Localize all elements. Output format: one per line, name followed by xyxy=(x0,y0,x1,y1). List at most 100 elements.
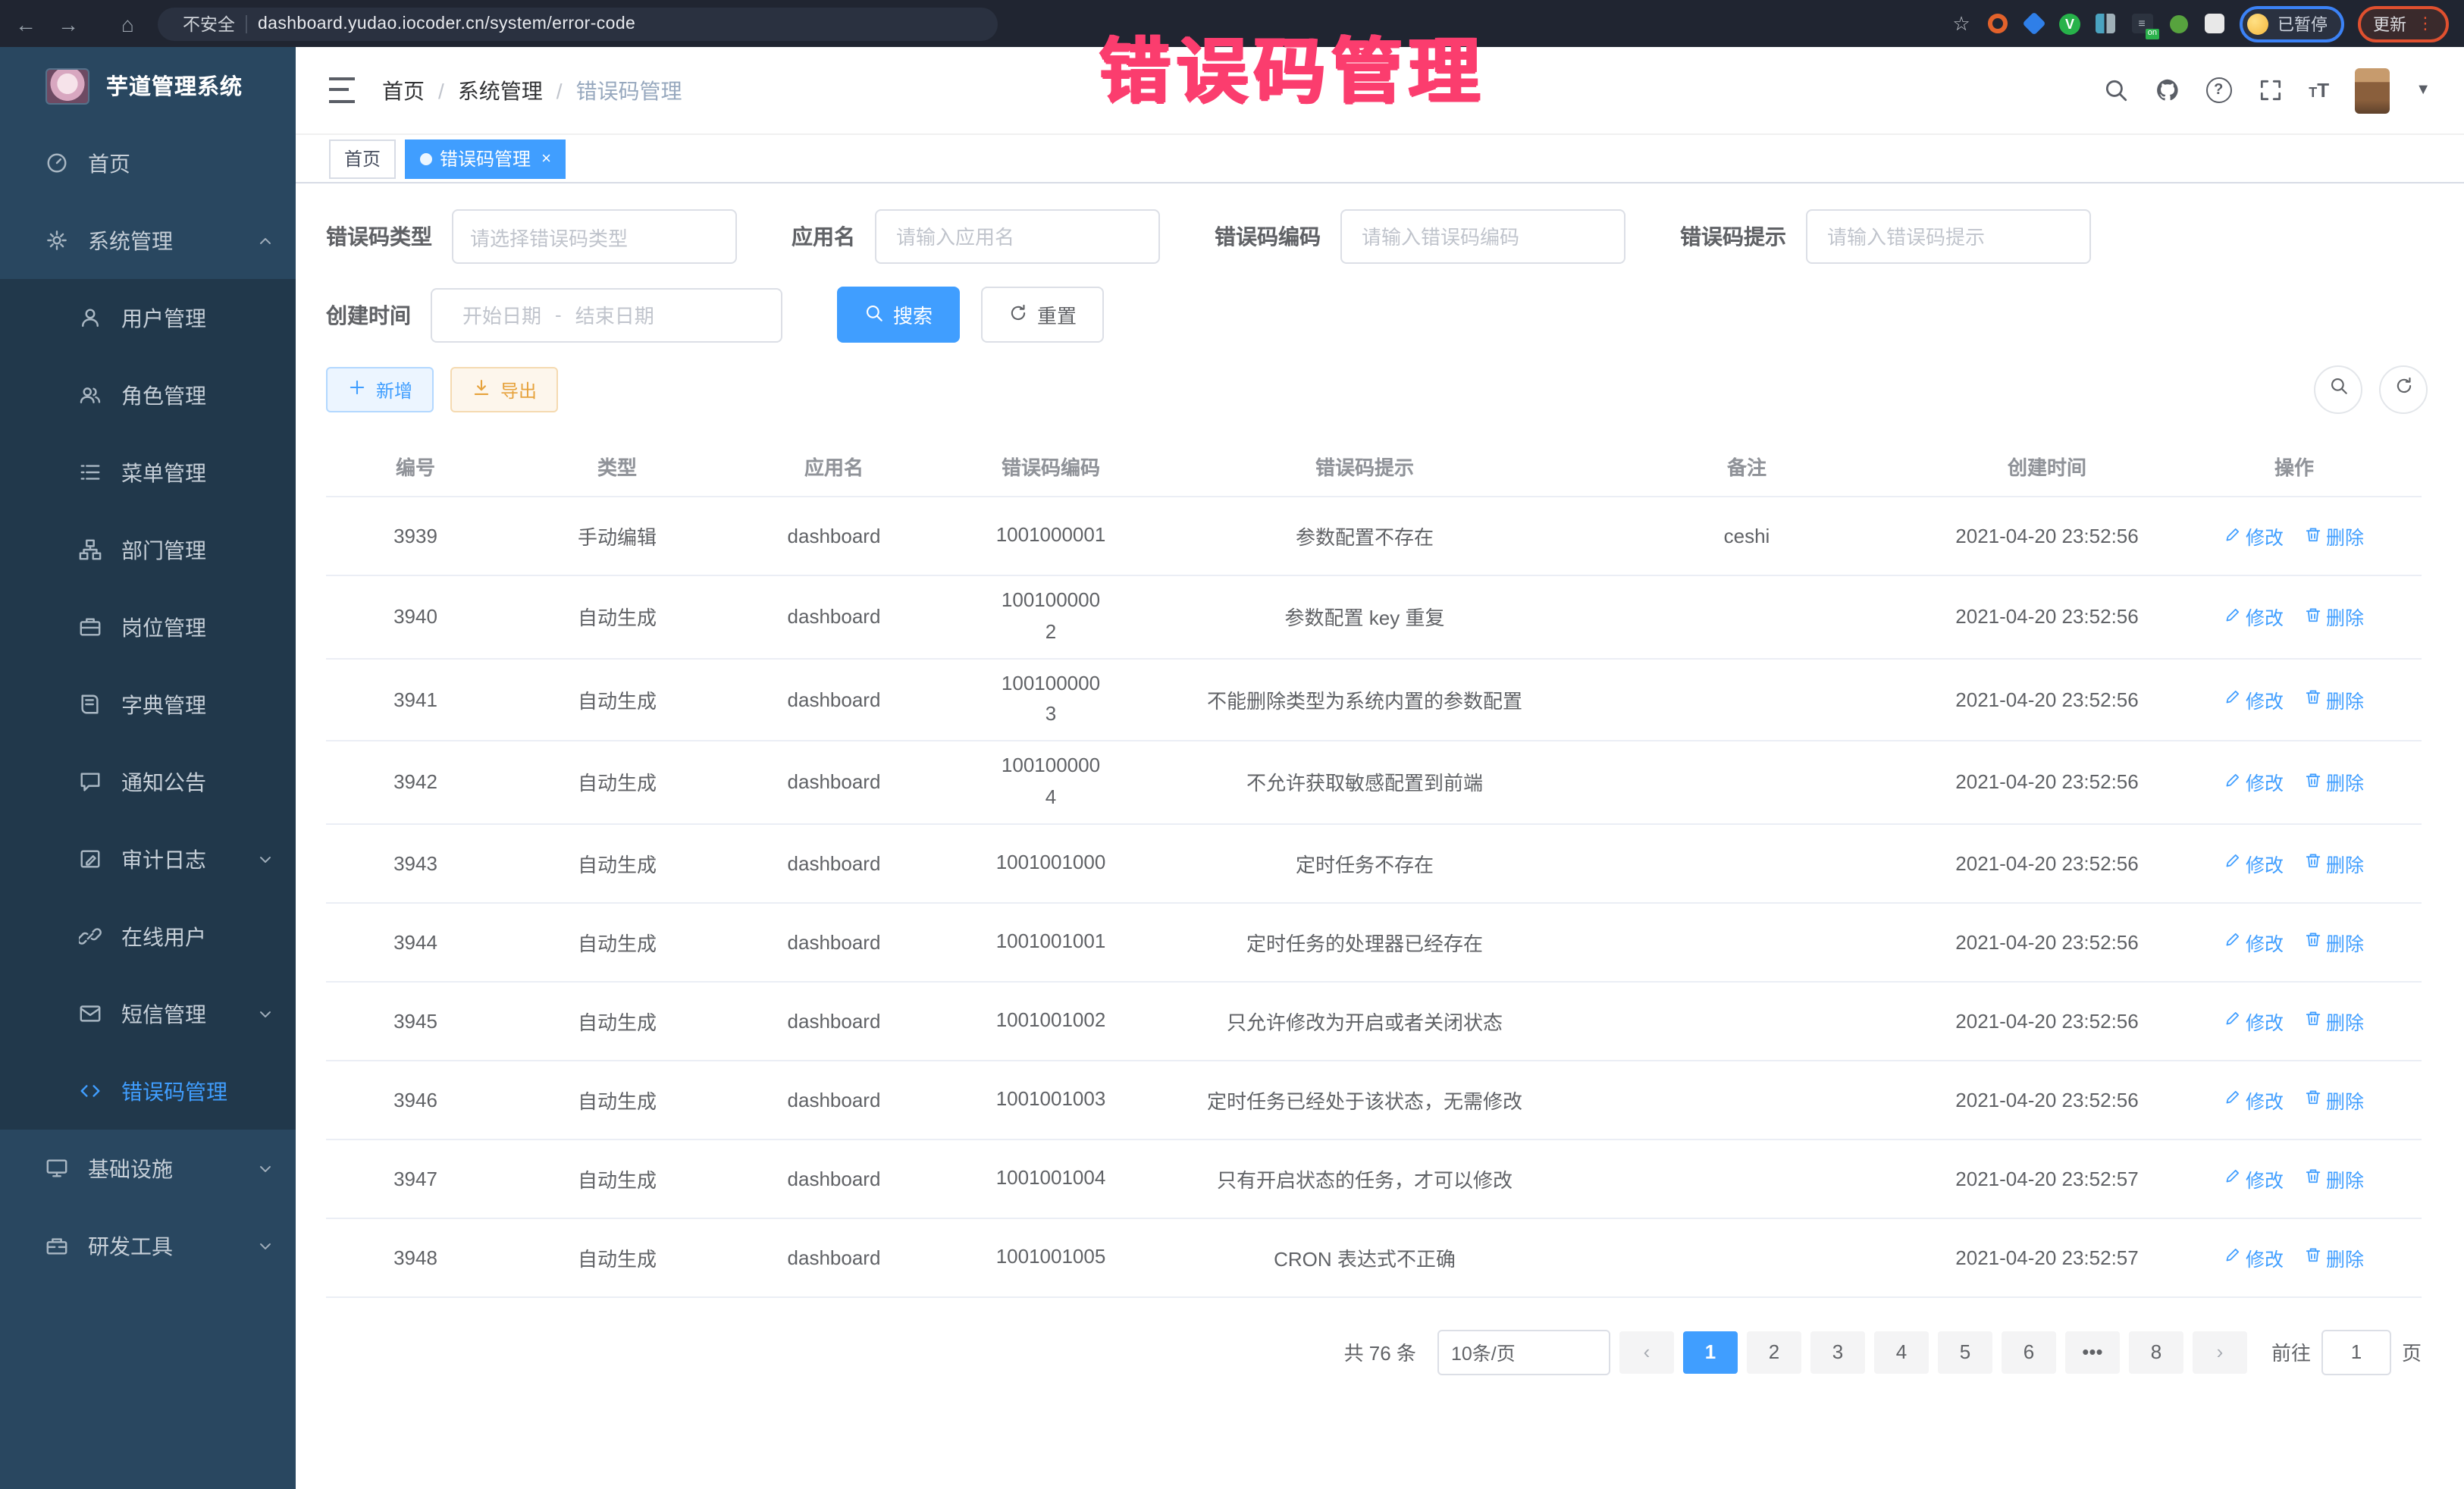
delete-link[interactable]: 删除 xyxy=(2305,849,2364,878)
font-size-icon[interactable]: TT xyxy=(2309,79,2329,102)
delete-link[interactable]: 删除 xyxy=(2305,1086,2364,1114)
page-button-1[interactable]: 1 xyxy=(1683,1331,1738,1374)
error-type-select[interactable]: 请选择错误码类型 xyxy=(452,209,737,264)
delete-link[interactable]: 删除 xyxy=(2305,685,2364,714)
security-warning[interactable]: 不安全 xyxy=(177,11,235,36)
toggle-search-button[interactable] xyxy=(2314,365,2362,414)
date-range-picker[interactable]: 开始日期 - 结束日期 xyxy=(431,287,782,342)
sidebar-item-user[interactable]: 用户管理 xyxy=(0,279,296,356)
delete-link[interactable]: 删除 xyxy=(2305,603,2364,632)
more-pages-button[interactable]: ••• xyxy=(2065,1331,2120,1374)
sidebar-item-post[interactable]: 岗位管理 xyxy=(0,588,296,666)
breadcrumb-section[interactable]: 系统管理 xyxy=(458,75,543,105)
sidebar-item-errcode[interactable]: 错误码管理 xyxy=(0,1052,296,1130)
close-icon[interactable]: × xyxy=(541,149,551,168)
delete-link[interactable]: 删除 xyxy=(2305,1243,2364,1272)
sidebar-item-online[interactable]: 在线用户 xyxy=(0,898,296,975)
browser-profile-chip[interactable]: 已暂停 xyxy=(2240,5,2344,42)
delete-link[interactable]: 删除 xyxy=(2305,522,2364,550)
list-icon xyxy=(79,461,102,484)
address-bar[interactable]: 不安全 dashboard.yudao.iocoder.cn/system/er… xyxy=(158,7,998,40)
tabs-extension-icon[interactable]: ≡on xyxy=(2130,12,2153,35)
export-button[interactable]: 导出 xyxy=(450,367,558,412)
edit-link[interactable]: 修改 xyxy=(2224,685,2284,714)
profile-emoji-avatar xyxy=(2247,13,2268,34)
sidebar-item-role[interactable]: 角色管理 xyxy=(0,356,296,434)
browser-update-button[interactable]: 更新⋮ xyxy=(2358,5,2449,42)
breadcrumb: 首页 / 系统管理 / 错误码管理 xyxy=(382,75,682,105)
sidebar-item-menu[interactable]: 菜单管理 xyxy=(0,434,296,511)
page-content: 错误码类型 请选择错误码类型 应用名 错误码编码 xyxy=(296,183,2464,1489)
sidebar-item-system[interactable]: 系统管理 xyxy=(0,202,296,279)
home-icon[interactable]: ⌂ xyxy=(121,11,134,36)
pencil-icon xyxy=(2224,607,2241,628)
table-row: 3942自动生成dashboard100100000 4不允许获取敏感配置到前端… xyxy=(326,741,2422,823)
sidebar-item-audit[interactable]: 审计日志 xyxy=(0,820,296,898)
search-button[interactable]: 搜索 xyxy=(837,287,960,343)
sidebar-item-dept[interactable]: 部门管理 xyxy=(0,511,296,588)
edit-link[interactable]: 修改 xyxy=(2224,603,2284,632)
reset-button[interactable]: 重置 xyxy=(981,287,1104,343)
delete-link[interactable]: 删除 xyxy=(2305,768,2364,797)
search-icon[interactable] xyxy=(2102,77,2128,103)
delete-link[interactable]: 删除 xyxy=(2305,1007,2364,1036)
help-icon[interactable]: ? xyxy=(2205,77,2231,103)
cell-actions: 修改删除 xyxy=(2167,497,2422,575)
back-icon[interactable]: ← xyxy=(15,11,36,36)
page-size-select[interactable]: 10条/页 xyxy=(1437,1330,1610,1375)
sidebar-item-notice[interactable]: 通知公告 xyxy=(0,743,296,820)
breadcrumb-home[interactable]: 首页 xyxy=(382,75,425,105)
hamburger-icon[interactable] xyxy=(329,77,355,103)
green-dot-extension-icon[interactable] xyxy=(2167,12,2190,35)
next-page-button[interactable]: › xyxy=(2193,1331,2247,1374)
column-header: 操作 xyxy=(2167,435,2422,497)
grid-extension-icon[interactable] xyxy=(2094,12,2117,35)
sidebar-item-label: 在线用户 xyxy=(121,921,274,951)
goto-page-input[interactable] xyxy=(2321,1330,2391,1375)
refresh-table-button[interactable] xyxy=(2379,365,2428,414)
app-logo-row[interactable]: 芋道管理系统 xyxy=(0,47,296,124)
delete-link[interactable]: 删除 xyxy=(2305,928,2364,957)
forward-icon[interactable]: → xyxy=(58,11,79,36)
tag-home[interactable]: 首页 xyxy=(329,139,396,178)
cell-actions: 修改删除 xyxy=(2167,1139,2422,1218)
add-button[interactable]: 新增 xyxy=(326,367,434,412)
error-hint-input[interactable] xyxy=(1824,224,2073,249)
blue-gem-extension-icon[interactable] xyxy=(2023,12,2045,35)
page-button-4[interactable]: 4 xyxy=(1874,1331,1929,1374)
sidebar-item-home[interactable]: 首页 xyxy=(0,124,296,202)
more-menu-icon[interactable]: ⋮ xyxy=(2417,14,2434,33)
green-v-extension-icon[interactable]: V xyxy=(2059,13,2080,34)
sidebar-item-dict[interactable]: 字典管理 xyxy=(0,666,296,743)
sidebar-item-sms[interactable]: 短信管理 xyxy=(0,975,296,1052)
edit-link[interactable]: 修改 xyxy=(2224,1007,2284,1036)
filter-error-hint: 错误码提示 xyxy=(1680,209,2091,264)
bookmark-star-icon[interactable]: ☆ xyxy=(1950,12,1973,35)
page-button-6[interactable]: 6 xyxy=(2002,1331,2056,1374)
edit-link[interactable]: 修改 xyxy=(2224,768,2284,797)
edit-link[interactable]: 修改 xyxy=(2224,928,2284,957)
edit-link[interactable]: 修改 xyxy=(2224,1243,2284,1272)
edit-link[interactable]: 修改 xyxy=(2224,522,2284,550)
error-code-input[interactable] xyxy=(1359,224,1607,249)
caret-down-icon[interactable]: ▼ xyxy=(2415,82,2431,99)
edit-link[interactable]: 修改 xyxy=(2224,1086,2284,1114)
user-avatar[interactable] xyxy=(2355,67,2390,113)
github-icon[interactable] xyxy=(2154,77,2180,103)
tag-error-code[interactable]: 错误码管理× xyxy=(405,139,566,178)
page-button-2[interactable]: 2 xyxy=(1747,1331,1801,1374)
app-name-input[interactable] xyxy=(893,224,1142,249)
chevron-down-icon xyxy=(256,1005,274,1023)
page-button-8[interactable]: 8 xyxy=(2129,1331,2183,1374)
sidebar-item-infra[interactable]: 基础设施 xyxy=(0,1130,296,1207)
sidebar-item-devtool[interactable]: 研发工具 xyxy=(0,1207,296,1284)
page-button-5[interactable]: 5 xyxy=(1938,1331,1992,1374)
fullscreen-icon[interactable] xyxy=(2257,77,2283,103)
edit-link[interactable]: 修改 xyxy=(2224,1165,2284,1193)
prev-page-button[interactable]: ‹ xyxy=(1619,1331,1674,1374)
page-button-3[interactable]: 3 xyxy=(1810,1331,1865,1374)
orange-ring-extension-icon[interactable] xyxy=(1986,12,2009,35)
puzzle-extension-icon[interactable] xyxy=(2203,12,2226,35)
delete-link[interactable]: 删除 xyxy=(2305,1165,2364,1193)
edit-link[interactable]: 修改 xyxy=(2224,849,2284,878)
